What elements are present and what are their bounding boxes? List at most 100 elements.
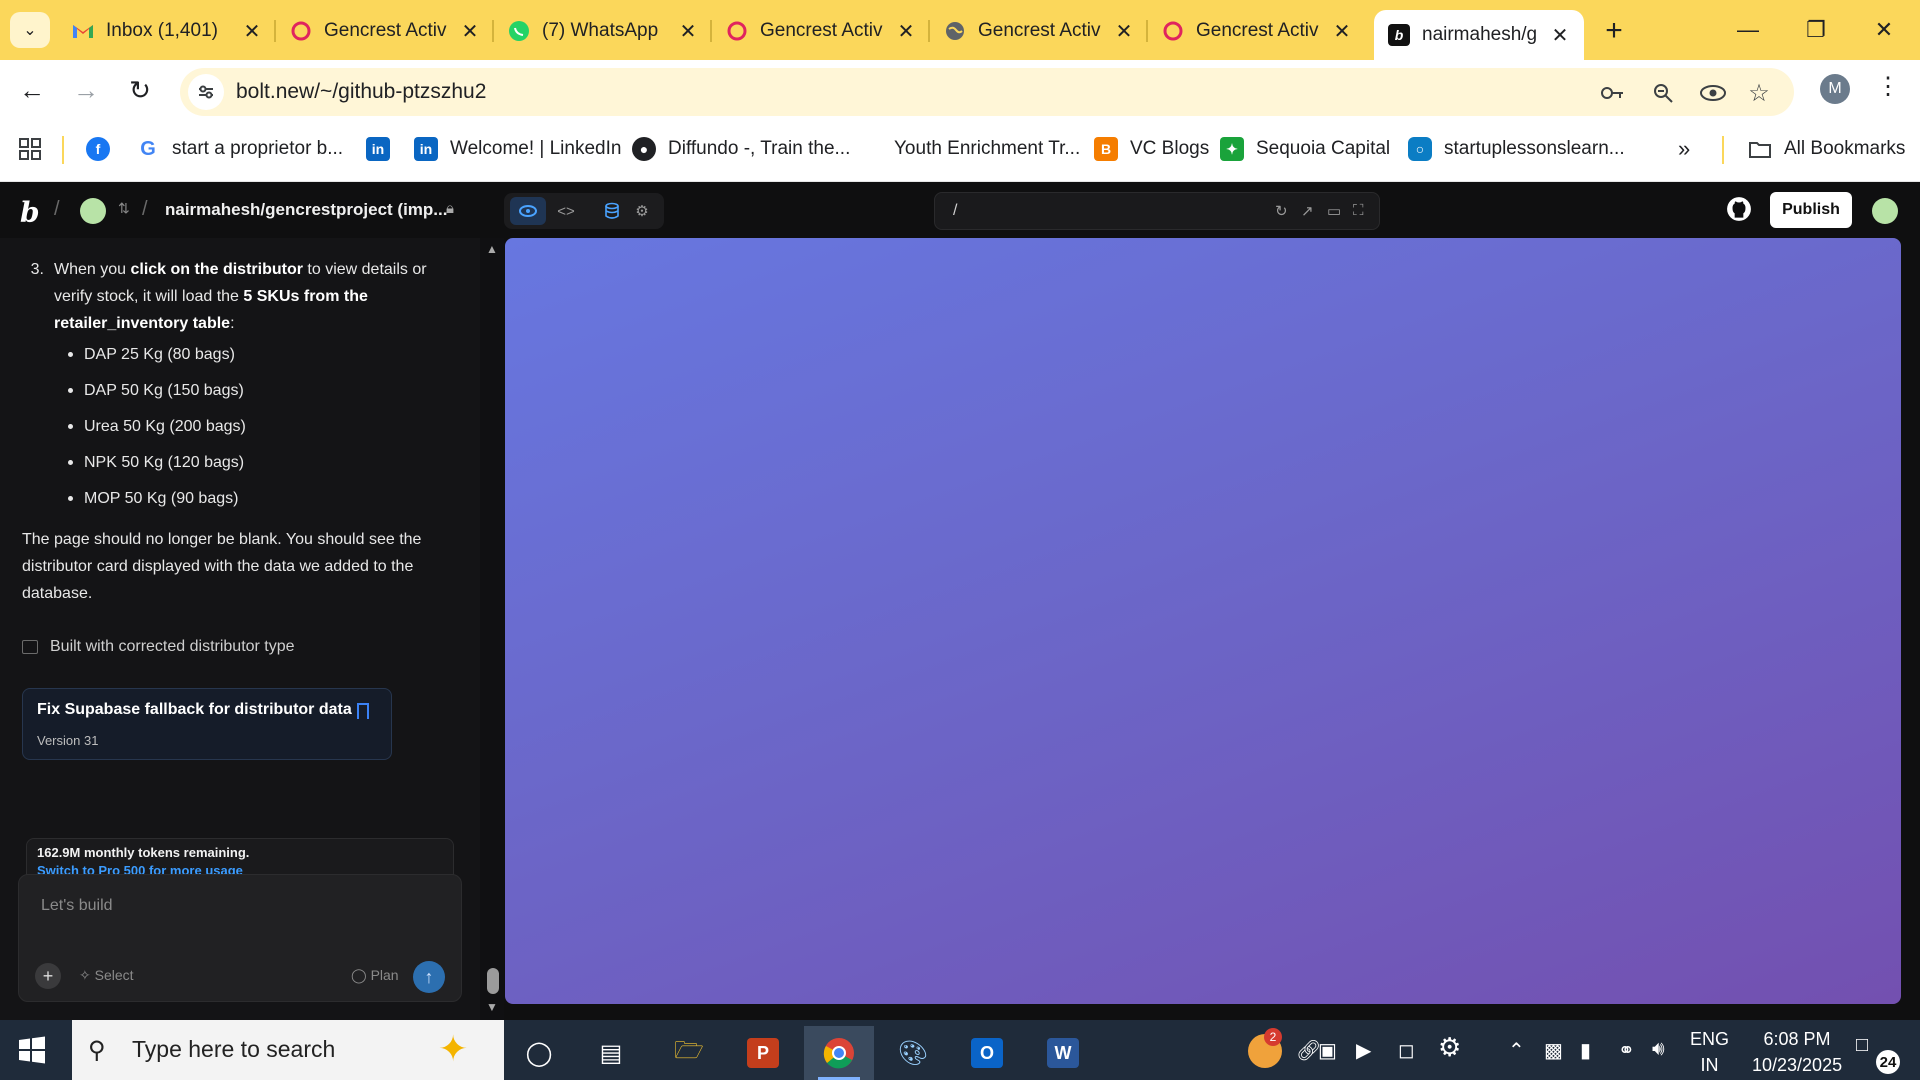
bookmark-star-icon[interactable]: ☆ xyxy=(1746,80,1772,107)
chat-scrollbar[interactable] xyxy=(480,238,504,1020)
reload-icon[interactable]: ↻ xyxy=(1275,202,1288,220)
site-info-icon[interactable] xyxy=(188,74,224,110)
bookmark-item[interactable]: G start a proprietor b... xyxy=(136,134,343,164)
send-button[interactable]: ↑ xyxy=(413,961,445,993)
summary-text: The page should no longer be blank. You … xyxy=(22,531,422,602)
bookmark-item[interactable]: in Welcome! | LinkedIn xyxy=(414,134,621,164)
volume-icon[interactable]: 🔊︎ xyxy=(1652,1038,1665,1061)
select-button[interactable]: ✧ Select xyxy=(79,967,134,984)
file-explorer-icon[interactable]: 🗁︎ xyxy=(654,1026,724,1080)
device-icon[interactable]: ▭ xyxy=(1327,202,1341,220)
tab-label: Gencrest Activ xyxy=(1196,20,1319,41)
close-window-button[interactable]: ✕ xyxy=(1864,10,1904,50)
project-name[interactable]: nairmahesh/gencrestproject (imp... xyxy=(165,200,447,220)
close-icon[interactable]: ✕ xyxy=(242,19,262,44)
battery-icon[interactable]: ▮ xyxy=(1580,1038,1591,1063)
browser-tab-active[interactable]: b nairmahesh/g ✕ xyxy=(1374,10,1584,60)
chevron-updown-icon[interactable]: ⇅ xyxy=(118,200,130,217)
step-text: When you click on the distributor to vie… xyxy=(54,261,427,332)
facebook-icon: f xyxy=(86,137,110,161)
close-icon[interactable]: ✕ xyxy=(460,19,480,44)
chrome-icon[interactable] xyxy=(804,1026,874,1080)
scroll-down-icon[interactable]: ▼ xyxy=(486,1000,498,1014)
word-icon[interactable]: W xyxy=(1028,1026,1098,1080)
project-avatar[interactable] xyxy=(80,198,106,224)
browser-tab[interactable]: (7) WhatsApp ✕ xyxy=(494,10,712,52)
add-attachment-button[interactable]: + xyxy=(35,963,61,989)
menu-icon[interactable]: ⋮ xyxy=(1876,72,1900,101)
close-icon[interactable]: ✕ xyxy=(1114,19,1134,44)
version-card[interactable]: Fix Supabase fallback for distributor da… xyxy=(22,688,392,760)
scroll-up-icon[interactable]: ▲ xyxy=(486,242,498,256)
publish-button[interactable]: Publish xyxy=(1770,192,1852,228)
tab-search-button[interactable]: ⌄ xyxy=(10,12,50,48)
preview-frame[interactable] xyxy=(505,238,1901,1004)
profile-avatar[interactable]: M xyxy=(1820,74,1850,104)
restore-button[interactable]: ❐ xyxy=(1796,10,1836,50)
browser-tab[interactable]: Gencrest Activ ✕ xyxy=(712,10,930,52)
all-bookmarks-button[interactable]: All Bookmarks xyxy=(1748,134,1905,164)
new-tab-button[interactable]: + xyxy=(1596,14,1632,48)
prompt-input[interactable]: Let's build xyxy=(41,897,113,915)
plan-button[interactable]: ◯ Plan xyxy=(351,967,399,984)
clock[interactable]: 6:08 PM 10/23/2025 xyxy=(1752,1026,1842,1078)
bookmark-icon[interactable] xyxy=(357,703,369,719)
outlook-icon[interactable]: O xyxy=(952,1026,1022,1080)
powerpoint-icon[interactable]: P xyxy=(728,1026,798,1080)
taskbar-search[interactable]: ⚲ Type here to search ✦ xyxy=(72,1020,504,1080)
prompt-composer[interactable]: Let's build + ✧ Select ◯ Plan ↑ xyxy=(18,874,462,1002)
gear-icon[interactable]: ⚙ xyxy=(1438,1032,1461,1063)
zoom-icon[interactable] xyxy=(1650,80,1676,106)
windows-start-icon[interactable] xyxy=(18,1036,46,1064)
window-icon[interactable]: ◻ xyxy=(1398,1038,1415,1063)
task-view-icon[interactable]: ▤ xyxy=(576,1026,646,1080)
wifi-icon[interactable]: ⚭ xyxy=(1618,1038,1635,1063)
browser-tab[interactable]: Gencrest Activ ✕ xyxy=(1148,10,1366,52)
meet-icon[interactable]: ▩ xyxy=(1544,1038,1563,1063)
bookmark-item[interactable]: ○ startuplessonslearn... xyxy=(1408,134,1625,164)
close-icon[interactable]: ✕ xyxy=(678,19,698,44)
url-text: bolt.new/~/github-ptzszhu2 xyxy=(236,80,487,103)
bookmark-item[interactable]: ● Diffundo -, Train the... xyxy=(632,134,850,164)
fullscreen-icon[interactable]: ⛶ xyxy=(1353,202,1364,219)
user-avatar[interactable] xyxy=(1872,198,1898,224)
tokens-remaining: 162.9M monthly tokens remaining. xyxy=(37,845,250,860)
sku-list: DAP 25 Kg (80 bags) DAP 50 Kg (150 bags)… xyxy=(62,341,462,512)
bookmark-item[interactable]: B VC Blogs xyxy=(1094,134,1209,164)
bookmarks-overflow-button[interactable]: » xyxy=(1678,134,1690,164)
minimize-button[interactable]: — xyxy=(1728,10,1768,50)
preview-url-bar[interactable]: / ↻ ↗ ▭ ⛶ xyxy=(934,192,1380,230)
open-external-icon[interactable]: ↗ xyxy=(1301,202,1314,220)
apps-grid-icon[interactable] xyxy=(18,134,42,164)
folder-icon xyxy=(1748,137,1772,161)
github-icon[interactable] xyxy=(1726,196,1752,222)
paint-icon[interactable]: 🎨︎ xyxy=(878,1026,948,1080)
scrollbar-thumb[interactable] xyxy=(487,968,499,994)
browser-tab[interactable]: Inbox (1,401) ✕ xyxy=(58,10,276,52)
bookmark-item[interactable]: ✦ Sequoia Capital xyxy=(1220,134,1390,164)
bookmark-item[interactable]: Youth Enrichment Tr... xyxy=(894,134,1080,164)
reload-button[interactable]: ↻ xyxy=(120,72,160,108)
back-button[interactable]: ← xyxy=(12,72,52,108)
video-icon[interactable]: ▶ xyxy=(1356,1038,1371,1063)
instruction-step: 3. When you click on the distributor to … xyxy=(22,256,462,337)
camera-icon[interactable]: ▣ xyxy=(1318,1038,1337,1063)
close-icon[interactable]: ✕ xyxy=(1332,19,1352,44)
browser-tab[interactable]: Gencrest Activ ✕ xyxy=(930,10,1148,52)
cortana-icon[interactable]: ◯ xyxy=(504,1026,574,1080)
close-icon[interactable]: ✕ xyxy=(1550,23,1570,48)
bookmark-facebook[interactable]: f xyxy=(86,134,122,164)
preview-eye-icon[interactable] xyxy=(510,197,546,225)
close-icon[interactable]: ✕ xyxy=(896,19,916,44)
address-bar[interactable]: bolt.new/~/github-ptzszhu2 ☆ xyxy=(180,68,1794,116)
code-icon[interactable]: <> xyxy=(548,197,584,225)
bookmark-linkedin[interactable]: in xyxy=(366,134,402,164)
key-icon[interactable] xyxy=(1600,80,1626,106)
browser-tab[interactable]: Gencrest Activ ✕ xyxy=(276,10,494,52)
eye-icon[interactable] xyxy=(1698,80,1728,106)
language-indicator[interactable]: ENG IN xyxy=(1690,1026,1729,1078)
chevron-up-icon[interactable]: ⌃ xyxy=(1508,1038,1525,1063)
settings-gear-icon[interactable]: ⚙ xyxy=(624,197,660,225)
bolt-logo-icon[interactable]: b xyxy=(20,196,40,229)
forward-button[interactable]: → xyxy=(66,72,106,108)
